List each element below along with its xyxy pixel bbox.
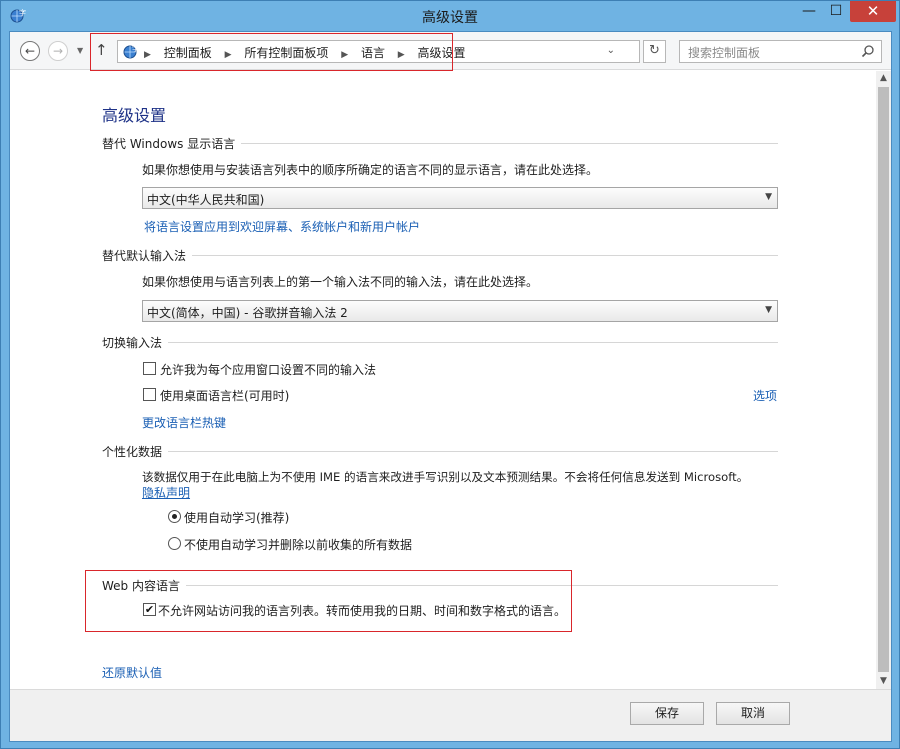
no-auto-learning-label[interactable]: 不使用自动学习并删除以前收集的所有数据 xyxy=(184,536,412,553)
desktop-language-bar-label[interactable]: 使用桌面语言栏(可用时) xyxy=(160,387,289,404)
per-app-input-checkbox[interactable] xyxy=(143,362,156,375)
title-bar: 字 高级设置 — ☐ ✕ xyxy=(1,1,899,31)
save-button[interactable]: 保存 xyxy=(630,702,704,725)
auto-learning-label[interactable]: 使用自动学习(推荐) xyxy=(184,509,289,526)
search-input[interactable]: 搜索控制面板 xyxy=(679,40,882,63)
input-method-description: 如果你想使用与语言列表上的第一个输入法不同的输入法，请在此处选择。 xyxy=(142,275,539,289)
no-auto-learning-radio[interactable] xyxy=(168,537,181,550)
restore-defaults-link[interactable]: 还原默认值 xyxy=(102,664,162,681)
auto-learning-radio[interactable] xyxy=(168,510,181,523)
personalization-description: 该数据仅用于在此电脑上为不使用 IME 的语言来改进手写识别以及文本预测结果。不… xyxy=(142,470,749,484)
apply-to-welcome-screen-link[interactable]: 将语言设置应用到欢迎屏幕、系统帐户和新用户帐户 xyxy=(144,218,420,235)
control-panel-window: 字 高级设置 — ☐ ✕ ← → ▼ ↑ 字 ▶ 控制面板 ▶ 所有控制面板项 … xyxy=(0,0,900,749)
minimize-button[interactable]: — xyxy=(796,1,822,22)
refresh-button[interactable]: ↻ xyxy=(643,40,666,63)
section-display-language: 替代 Windows 显示语言 xyxy=(102,135,778,155)
section-switch-input: 切换输入法 xyxy=(102,334,778,354)
forward-button[interactable]: → xyxy=(48,41,68,61)
section-heading: 切换输入法 xyxy=(102,336,169,350)
chevron-down-icon: ▼ xyxy=(765,305,772,315)
maximize-button[interactable]: ☐ xyxy=(823,1,849,22)
page-title: 高级设置 xyxy=(102,106,167,125)
input-method-select[interactable]: 中文(简体，中国) - 谷歌拼音输入法 2 ▼ xyxy=(142,300,778,322)
section-heading: 替代默认输入法 xyxy=(102,249,193,263)
input-method-value: 中文(简体，中国) - 谷歌拼音输入法 2 xyxy=(147,306,348,320)
section-personalization: 个性化数据 xyxy=(102,443,778,463)
section-divider xyxy=(102,451,778,452)
window-title: 高级设置 xyxy=(422,10,478,26)
close-button[interactable]: ✕ xyxy=(850,1,896,22)
per-app-input-label[interactable]: 允许我为每个应用窗口设置不同的输入法 xyxy=(160,361,376,378)
recent-locations-dropdown[interactable]: ▼ xyxy=(77,46,83,55)
display-language-select[interactable]: 中文(中华人民共和国) ▼ xyxy=(142,187,778,209)
client-area: ← → ▼ ↑ 字 ▶ 控制面板 ▶ 所有控制面板项 ▶ 语言 ▶ 高级设置 ⌄… xyxy=(9,31,892,742)
privacy-statement-link[interactable]: 隐私声明 xyxy=(142,484,190,501)
section-heading: Web 内容语言 xyxy=(102,579,186,593)
scrollbar-thumb[interactable] xyxy=(878,87,889,672)
language-bar-options-link[interactable]: 选项 xyxy=(753,387,777,404)
scroll-up-arrow[interactable]: ▲ xyxy=(876,71,891,86)
section-heading: 替代 Windows 显示语言 xyxy=(102,137,242,151)
search-icon[interactable] xyxy=(861,44,875,58)
section-divider xyxy=(102,342,778,343)
change-hotkeys-link[interactable]: 更改语言栏热键 xyxy=(142,414,226,431)
section-input-method: 替代默认输入法 xyxy=(102,247,778,267)
section-divider xyxy=(102,255,778,256)
desktop-language-bar-checkbox[interactable] xyxy=(143,388,156,401)
scroll-down-arrow[interactable]: ▼ xyxy=(876,674,891,689)
address-history-dropdown[interactable]: ⌄ xyxy=(607,45,615,56)
display-language-description: 如果你想使用与安装语言列表中的顺序所确定的语言不同的显示语言，请在此处选择。 xyxy=(142,163,599,177)
display-language-value: 中文(中华人民共和国) xyxy=(147,193,265,207)
dialog-footer: 保存 取消 xyxy=(10,689,891,741)
chevron-down-icon: ▼ xyxy=(765,192,772,202)
section-heading: 个性化数据 xyxy=(102,445,169,459)
back-button[interactable]: ← xyxy=(20,41,40,61)
breadcrumb-highlight-box xyxy=(90,33,453,71)
vertical-scrollbar[interactable]: ▲ ▼ xyxy=(876,71,891,689)
search-placeholder: 搜索控制面板 xyxy=(688,46,761,60)
cancel-button[interactable]: 取消 xyxy=(716,702,790,725)
